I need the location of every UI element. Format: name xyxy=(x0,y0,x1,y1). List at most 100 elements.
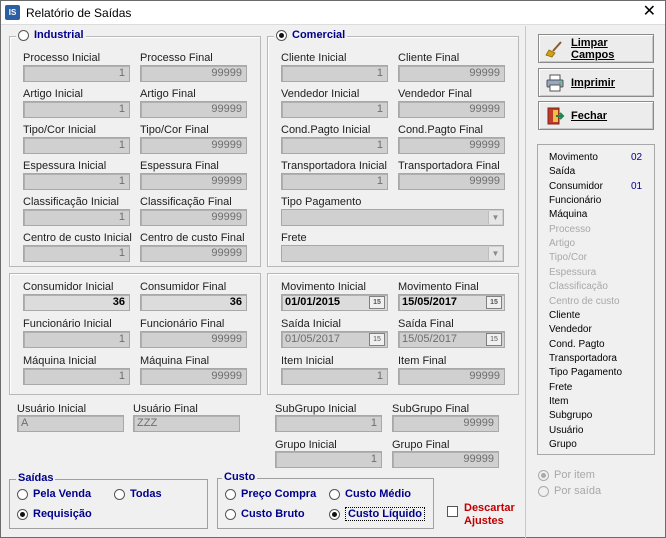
item-final-input[interactable]: 99999 xyxy=(398,368,505,385)
ordering-item-grupo[interactable]: Grupo xyxy=(549,439,577,450)
calendar-icon[interactable]: 15 xyxy=(486,333,502,346)
ordering-item-tipo-pagamento[interactable]: Tipo Pagamento xyxy=(549,367,622,378)
por-saida-radio[interactable]: Por saída xyxy=(538,485,601,497)
ordering-item-vendedor[interactable]: Vendedor xyxy=(549,324,592,335)
usuario-inicial-input[interactable]: A xyxy=(17,415,124,432)
fechar-button[interactable]: Fechar xyxy=(538,101,654,130)
limpar-campos-button[interactable]: Limpar Campos xyxy=(538,34,654,63)
centro-de-custo-final-input[interactable]: 99999 xyxy=(140,245,247,262)
funcionario-inicial-input[interactable]: 1 xyxy=(23,331,130,348)
ordering-item-transportadora[interactable]: Transportadora xyxy=(549,353,617,364)
movimento-final-date[interactable]: 15/05/2017 15 xyxy=(398,294,505,311)
espessura-inicial-input[interactable]: 1 xyxy=(23,173,130,190)
ordering-item-centro-de-custo[interactable]: Centro de custo xyxy=(549,296,620,307)
saidas-requisicao-radio[interactable]: Requisição xyxy=(17,508,92,520)
radio-dot[interactable] xyxy=(17,508,28,520)
custo-bruto-radio[interactable]: Custo Bruto xyxy=(225,508,305,520)
movimento-inicial-date[interactable]: 01/01/2015 15 xyxy=(281,294,388,311)
saidas-pela-venda-radio[interactable]: Pela Venda xyxy=(17,488,91,500)
tipo-cor-final-input[interactable]: 99999 xyxy=(140,137,247,154)
chevron-down-icon[interactable]: ▼ xyxy=(488,247,502,260)
consumidor-final-input[interactable]: 36 xyxy=(140,294,247,311)
ordering-item-movimento[interactable]: Movimento 02 xyxy=(549,152,642,163)
classificacao-inicial-input[interactable]: 1 xyxy=(23,209,130,226)
ordering-item-processo[interactable]: Processo xyxy=(549,224,591,235)
frete-select[interactable]: ▼ xyxy=(281,245,504,262)
cond-pagto-inicial-input[interactable]: 1 xyxy=(281,137,388,154)
descartar-ajustes-checkbox[interactable] xyxy=(447,506,463,517)
radio-dot[interactable] xyxy=(538,485,549,497)
transportadora-inicial-input[interactable]: 1 xyxy=(281,173,388,190)
ordering-item-funcionario[interactable]: Funcionário xyxy=(549,195,601,206)
ordering-item-classificacao[interactable]: Classificação xyxy=(549,281,608,292)
comercial-radio-dot[interactable] xyxy=(276,29,287,41)
calendar-icon[interactable]: 15 xyxy=(369,333,385,346)
saida-inicial-date[interactable]: 01/05/2017 15 xyxy=(281,331,388,348)
radio-dot[interactable] xyxy=(538,469,549,481)
tipo-pagamento-select[interactable]: ▼ xyxy=(281,209,504,226)
fechar-label: Fechar xyxy=(571,109,608,122)
radio-dot[interactable] xyxy=(329,488,340,500)
radio-dot[interactable] xyxy=(329,508,340,520)
close-icon[interactable]: ✕ xyxy=(643,3,656,21)
transportadora-final-input[interactable]: 99999 xyxy=(398,173,505,190)
saida-final-date[interactable]: 15/05/2017 15 xyxy=(398,331,505,348)
ordering-item-subgrupo[interactable]: Subgrupo xyxy=(549,410,592,421)
chevron-down-icon[interactable]: ▼ xyxy=(488,211,502,224)
cliente-final-input[interactable]: 99999 xyxy=(398,65,505,82)
centro-de-custo-inicial-input[interactable]: 1 xyxy=(23,245,130,262)
radio-dot[interactable] xyxy=(225,488,236,500)
maquina-final-input[interactable]: 99999 xyxy=(140,368,247,385)
calendar-icon[interactable]: 15 xyxy=(486,296,502,309)
maquina-inicial-input[interactable]: 1 xyxy=(23,368,130,385)
ordering-item-maquina[interactable]: Máquina xyxy=(549,209,587,220)
ordering-item-item[interactable]: Item xyxy=(549,396,568,407)
cliente-inicial-input[interactable]: 1 xyxy=(281,65,388,82)
cond-pagto-final-input[interactable]: 99999 xyxy=(398,137,505,154)
processo-inicial-input[interactable]: 1 xyxy=(23,65,130,82)
checkbox-box[interactable] xyxy=(447,506,458,517)
consumidor-inicial-input[interactable]: 36 xyxy=(23,294,130,311)
ordering-item-saida[interactable]: Saída xyxy=(549,166,575,177)
comercial-radio[interactable]: Comercial xyxy=(274,29,348,41)
industrial-radio-dot[interactable] xyxy=(18,29,29,41)
ordering-item-usuario[interactable]: Usuário xyxy=(549,425,583,436)
espessura-final-input[interactable]: 99999 xyxy=(140,173,247,190)
vendedor-inicial-input[interactable]: 1 xyxy=(281,101,388,118)
radio-dot[interactable] xyxy=(17,488,28,500)
grupo-inicial-input[interactable]: 1 xyxy=(275,451,382,468)
artigo-final-input[interactable]: 99999 xyxy=(140,101,247,118)
frete-label: Frete xyxy=(281,232,307,244)
artigo-inicial-input[interactable]: 1 xyxy=(23,101,130,118)
vendedor-final-input[interactable]: 99999 xyxy=(398,101,505,118)
ordering-list[interactable]: Movimento 02 Saída Consumidor 01 Funcionário M… xyxy=(537,144,655,455)
custo-medio-radio[interactable]: Custo Médio xyxy=(329,488,411,500)
saidas-todas-radio[interactable]: Todas xyxy=(114,488,162,500)
radio-dot[interactable] xyxy=(225,508,236,520)
industrial-radio[interactable]: Industrial xyxy=(16,29,86,41)
ordering-item-artigo[interactable]: Artigo xyxy=(549,238,575,249)
usuario-final-input[interactable]: ZZZ xyxy=(133,415,240,432)
grupo-final-input[interactable]: 99999 xyxy=(392,451,499,468)
por-item-radio[interactable]: Por item xyxy=(538,469,595,481)
ordering-item-tipo-cor[interactable]: Tipo/Cor xyxy=(549,252,587,263)
processo-final-input[interactable]: 99999 xyxy=(140,65,247,82)
centro-de-custo-final-label: Centro de custo Final xyxy=(140,232,245,244)
subgrupo-inicial-input[interactable]: 1 xyxy=(275,415,382,432)
classificacao-final-input[interactable]: 99999 xyxy=(140,209,247,226)
ordering-item-cond-pagto[interactable]: Cond. Pagto xyxy=(549,339,605,350)
imprimir-button[interactable]: Imprimir xyxy=(538,68,654,97)
ordering-item-frete[interactable]: Frete xyxy=(549,382,572,393)
ordering-item-espessura[interactable]: Espessura xyxy=(549,267,596,278)
calendar-icon[interactable]: 15 xyxy=(369,296,385,309)
item-inicial-input[interactable]: 1 xyxy=(281,368,388,385)
ordering-item-consumidor[interactable]: Consumidor 01 xyxy=(549,181,642,192)
funcionario-final-input[interactable]: 99999 xyxy=(140,331,247,348)
radio-dot[interactable] xyxy=(114,488,125,500)
ordering-item-label: Frete xyxy=(549,381,573,393)
custo-liquido-radio[interactable]: Custo Líquido xyxy=(329,507,425,521)
custo-preco-compra-radio[interactable]: Preço Compra xyxy=(225,488,316,500)
subgrupo-final-input[interactable]: 99999 xyxy=(392,415,499,432)
ordering-item-cliente[interactable]: Cliente xyxy=(549,310,580,321)
tipo-cor-inicial-input[interactable]: 1 xyxy=(23,137,130,154)
